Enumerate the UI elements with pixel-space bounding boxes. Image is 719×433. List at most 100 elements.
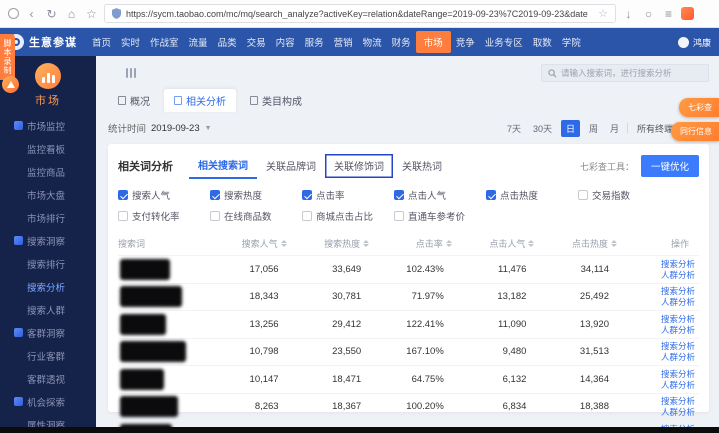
sidebar-item[interactable]: 监控看板: [14, 137, 96, 160]
nav-item[interactable]: 交易: [242, 31, 271, 53]
table-column-header[interactable]: 操作: [627, 237, 699, 250]
nav-item[interactable]: 作战室: [145, 31, 184, 53]
nav-item[interactable]: 学院: [557, 31, 586, 53]
metric-checkbox[interactable]: 点击热度: [486, 188, 578, 202]
nav-item[interactable]: 首页: [87, 31, 116, 53]
metric-checkbox[interactable]: 点击人气: [394, 188, 486, 202]
metric-checkbox[interactable]: 直通车参考价: [394, 209, 486, 223]
search-analyze-link[interactable]: 搜索分析: [661, 314, 695, 324]
profile-icon[interactable]: [8, 8, 19, 19]
search-heat-cell: 33,649: [297, 264, 380, 275]
sidebar-item[interactable]: 搜索人群: [14, 298, 96, 321]
metric-checkbox[interactable]: 搜索人气: [118, 188, 210, 202]
sidebar-item[interactable]: 市场监控: [14, 114, 96, 137]
tab[interactable]: 类目构成: [240, 89, 312, 112]
nav-item[interactable]: 竞争: [451, 31, 480, 53]
crowd-analyze-link[interactable]: 人群分析: [661, 407, 695, 417]
word-type-tab[interactable]: 相关搜索词: [189, 153, 257, 179]
back-icon[interactable]: ‹: [24, 8, 39, 20]
sidebar-item[interactable]: 机会探索: [14, 390, 96, 413]
metric-checkbox[interactable]: 搜索热度: [210, 188, 302, 202]
sort-icon[interactable]: [363, 240, 369, 247]
search-analyze-link[interactable]: 搜索分析: [661, 396, 695, 406]
tab[interactable]: 概况: [108, 89, 160, 112]
sidebar-item[interactable]: 搜索洞察: [14, 229, 96, 252]
collapse-handle-icon[interactable]: [126, 68, 136, 78]
search-analyze-link[interactable]: 搜索分析: [661, 286, 695, 296]
date-range-button[interactable]: 周: [586, 120, 601, 137]
metric-checkbox[interactable]: 在线商品数: [210, 209, 302, 223]
nav-item[interactable]: 业务专区: [480, 31, 528, 53]
nav-item[interactable]: 实时: [116, 31, 145, 53]
crowd-analyze-link[interactable]: 人群分析: [661, 270, 695, 280]
user-account[interactable]: 鸿康: [678, 36, 711, 49]
search-analyze-link[interactable]: 搜索分析: [661, 341, 695, 351]
word-type-tab[interactable]: 关联修饰词: [325, 154, 393, 178]
search-analyze-link[interactable]: 搜索分析: [661, 259, 695, 269]
sidebar-item[interactable]: 搜索排行: [14, 252, 96, 275]
nav-item[interactable]: 取数: [528, 31, 557, 53]
nav-item[interactable]: 服务: [300, 31, 329, 53]
date-range-button[interactable]: 月: [607, 120, 622, 137]
word-type-tab[interactable]: 关联热词: [393, 154, 451, 178]
float-tool-button[interactable]: 七彩查: [679, 98, 719, 117]
metric-checkbox[interactable]: 交易指数: [578, 188, 670, 202]
date-range-button[interactable]: 30天: [530, 120, 555, 137]
home-icon[interactable]: ⌂: [64, 8, 79, 20]
nav-item[interactable]: 市场: [416, 31, 451, 53]
optimize-button[interactable]: 一键优化: [641, 155, 699, 177]
sidebar-item[interactable]: 市场大盘: [14, 183, 96, 206]
sidebar-item-label: 监控商品: [27, 165, 65, 179]
sidebar-item[interactable]: 行业客群: [14, 344, 96, 367]
sort-icon[interactable]: [281, 240, 287, 247]
table-column-header[interactable]: 搜索词: [118, 237, 214, 250]
crowd-analyze-link[interactable]: 人群分析: [661, 352, 695, 362]
user-icon[interactable]: ○: [641, 8, 656, 20]
sidebar-item[interactable]: 客群透视: [14, 367, 96, 390]
metric-checkbox[interactable]: 支付转化率: [118, 209, 210, 223]
nav-item[interactable]: 流量: [184, 31, 213, 53]
metric-checkbox[interactable]: 商城点击占比: [302, 209, 394, 223]
search-input[interactable]: [561, 68, 702, 78]
sidebar-item[interactable]: 监控商品: [14, 160, 96, 183]
table-column-header[interactable]: 搜索热度: [297, 237, 380, 250]
favorite-page-icon[interactable]: ☆: [598, 7, 608, 20]
word-type-tab[interactable]: 关联品牌词: [257, 154, 325, 178]
recorder-tag[interactable]: 脚本录制: [0, 34, 15, 80]
sidebar-item[interactable]: 搜索分析: [14, 275, 96, 298]
date-range-button[interactable]: 日: [561, 120, 580, 137]
float-tool-button[interactable]: 同行信息: [671, 122, 719, 141]
nav-item[interactable]: 品类: [213, 31, 242, 53]
refresh-icon[interactable]: ↻: [44, 8, 59, 20]
redacted-search-term: [120, 341, 186, 362]
nav-item[interactable]: 营销: [329, 31, 358, 53]
bookmark-icon[interactable]: ☆: [84, 8, 99, 20]
tab[interactable]: 相关分析: [164, 89, 236, 112]
download-icon[interactable]: ↓: [621, 8, 636, 20]
url-bar[interactable]: https://sycm.taobao.com/mc/mq/search_ana…: [104, 4, 616, 23]
table-column-header[interactable]: 点击率: [379, 237, 462, 250]
sidebar-item[interactable]: 市场排行: [14, 206, 96, 229]
nav-item[interactable]: 内容: [271, 31, 300, 53]
date-range-button[interactable]: 7天: [504, 120, 524, 137]
search-analyze-link[interactable]: 搜索分析: [661, 369, 695, 379]
menu-icon[interactable]: ≡: [661, 8, 676, 20]
nav-item[interactable]: 物流: [358, 31, 387, 53]
metric-checkbox[interactable]: 点击率: [302, 188, 394, 202]
crowd-analyze-link[interactable]: 人群分析: [661, 325, 695, 335]
crowd-analyze-link[interactable]: 人群分析: [661, 297, 695, 307]
stat-date[interactable]: 2019-09-23: [151, 123, 200, 134]
sort-icon[interactable]: [528, 240, 534, 247]
sort-icon[interactable]: [446, 240, 452, 247]
recorder-rocket-icon[interactable]: [2, 76, 19, 93]
click-rate-cell: 71.97%: [379, 291, 462, 302]
extension-icon[interactable]: [681, 7, 694, 20]
nav-item[interactable]: 财务: [387, 31, 416, 53]
table-column-header[interactable]: 搜索人气: [214, 237, 297, 250]
sort-icon[interactable]: [611, 240, 617, 247]
table-body: 17,056 33,649 102.43% 11,476 34,114 搜索分析…: [118, 255, 699, 433]
crowd-analyze-link[interactable]: 人群分析: [661, 380, 695, 390]
table-column-header[interactable]: 点击热度: [544, 237, 627, 250]
table-column-header[interactable]: 点击人气: [462, 237, 545, 250]
sidebar-item[interactable]: 客群洞察: [14, 321, 96, 344]
